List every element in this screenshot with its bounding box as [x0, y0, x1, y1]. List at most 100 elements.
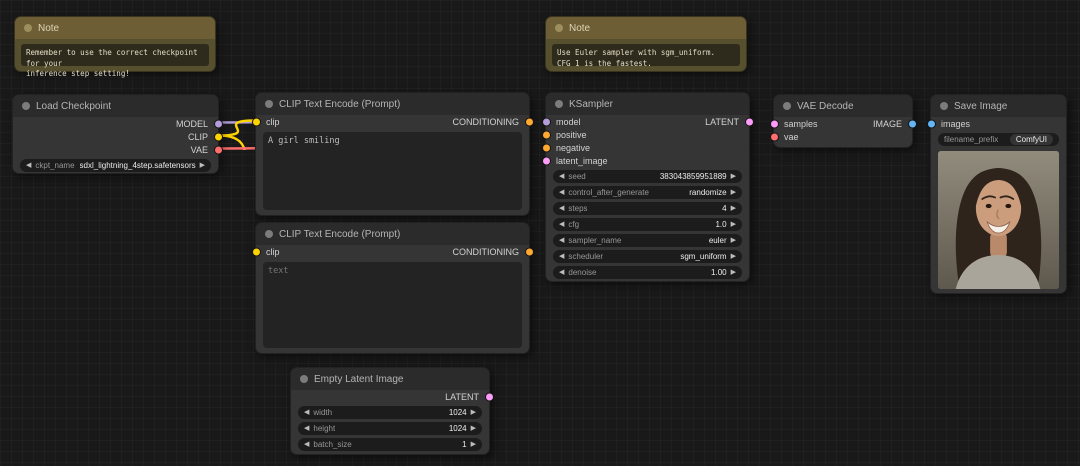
vae-output-port[interactable]: [213, 145, 223, 154]
node-header[interactable]: KSampler: [546, 93, 749, 115]
ckpt-name-widget[interactable]: ◀ ckpt_name sdxl_lightning_4step.safeten…: [20, 159, 211, 172]
prev-option-icon[interactable]: ◀: [559, 237, 564, 244]
sampler-name-widget[interactable]: ◀ sampler_name euler ▶: [553, 234, 742, 247]
model-input-port[interactable]: [541, 117, 551, 126]
decrement-icon[interactable]: ◀: [304, 409, 309, 416]
node-load-checkpoint[interactable]: Load Checkpoint MODEL CLIP VAE ◀ ckpt_na…: [12, 94, 223, 174]
latent-output-port[interactable]: [744, 117, 754, 126]
node-note-2[interactable]: Note Use Euler sampler with sgm_uniform.…: [545, 16, 747, 72]
node-status-dot: [783, 102, 791, 110]
decrement-icon[interactable]: ◀: [559, 173, 564, 180]
seed-widget[interactable]: ◀ seed 383043859951889 ▶: [553, 170, 742, 183]
decrement-icon[interactable]: ◀: [559, 205, 564, 212]
node-title: Note: [38, 22, 60, 34]
decrement-icon[interactable]: ◀: [559, 269, 564, 276]
node-header[interactable]: Note: [546, 17, 746, 39]
clip-input-port[interactable]: [251, 117, 261, 126]
increment-icon[interactable]: ▶: [731, 173, 736, 180]
prev-option-icon[interactable]: ◀: [26, 162, 31, 169]
node-status-dot: [265, 230, 273, 238]
width-widget[interactable]: ◀ width 1024 ▶: [298, 406, 482, 419]
next-option-icon[interactable]: ▶: [731, 189, 736, 196]
node-title: Load Checkpoint: [36, 100, 112, 112]
latent-output-port[interactable]: [484, 392, 494, 401]
input-label-clip: clip: [266, 246, 280, 257]
node-header[interactable]: Load Checkpoint: [13, 95, 218, 117]
increment-icon[interactable]: ▶: [471, 441, 476, 448]
node-graph-canvas[interactable]: Note Remember to use the correct checkpo…: [0, 0, 1080, 466]
increment-icon[interactable]: ▶: [471, 409, 476, 416]
node-header[interactable]: CLIP Text Encode (Prompt): [256, 223, 529, 245]
increment-icon[interactable]: ▶: [731, 269, 736, 276]
model-output-port[interactable]: [213, 119, 223, 128]
output-label-latent: LATENT: [705, 116, 739, 127]
latent-image-input-port[interactable]: [541, 156, 551, 165]
node-save-image[interactable]: Save Image images filename_prefix ComfyU…: [926, 94, 1067, 294]
node-status-dot: [265, 100, 273, 108]
node-header[interactable]: Empty Latent Image: [291, 368, 489, 390]
output-label-conditioning: CONDITIONING: [452, 116, 520, 127]
node-title: CLIP Text Encode (Prompt): [279, 98, 401, 110]
output-label-conditioning: CONDITIONING: [452, 246, 520, 257]
node-note-1[interactable]: Note Remember to use the correct checkpo…: [14, 16, 216, 78]
cfg-widget[interactable]: ◀ cfg 1.0 ▶: [553, 218, 742, 231]
node-title: KSampler: [569, 98, 613, 110]
scheduler-widget[interactable]: ◀ scheduler sgm_uniform ▶: [553, 250, 742, 263]
node-title: CLIP Text Encode (Prompt): [279, 228, 401, 240]
prompt-textarea[interactable]: text: [263, 262, 522, 348]
conditioning-output-port[interactable]: [524, 247, 534, 256]
node-status-dot: [555, 100, 563, 108]
node-header[interactable]: CLIP Text Encode (Prompt): [256, 93, 529, 115]
images-input-port[interactable]: [926, 119, 936, 128]
node-ksampler[interactable]: KSampler model LATENT positive negative …: [541, 92, 754, 282]
decrement-icon[interactable]: ◀: [304, 441, 309, 448]
clip-output-port[interactable]: [213, 132, 223, 141]
node-header[interactable]: Note: [15, 17, 215, 39]
vae-input-port[interactable]: [769, 132, 779, 141]
node-header[interactable]: Save Image: [931, 95, 1066, 117]
next-option-icon[interactable]: ▶: [200, 162, 205, 169]
height-widget[interactable]: ◀ height 1024 ▶: [298, 422, 482, 435]
node-status-dot: [940, 102, 948, 110]
node-clip-text-encode-negative[interactable]: CLIP Text Encode (Prompt) clip CONDITION…: [251, 222, 534, 354]
batch-size-widget[interactable]: ◀ batch_size 1 ▶: [298, 438, 482, 451]
input-label-latent-image: latent_image: [556, 155, 608, 166]
output-label-image: IMAGE: [872, 118, 902, 129]
next-option-icon[interactable]: ▶: [731, 253, 736, 260]
node-title: Note: [569, 22, 591, 34]
input-label-model: model: [556, 116, 581, 127]
denoise-widget[interactable]: ◀ denoise 1.00 ▶: [553, 266, 742, 279]
prev-option-icon[interactable]: ◀: [559, 189, 564, 196]
image-output-port[interactable]: [907, 119, 917, 128]
prompt-textarea[interactable]: A girl smiling: [263, 132, 522, 210]
note-text[interactable]: Remember to use the correct checkpoint f…: [21, 44, 209, 78]
node-empty-latent-image[interactable]: Empty Latent Image LATENT ◀ width 1024 ▶…: [290, 367, 494, 455]
output-label-clip: CLIP: [187, 131, 208, 142]
node-status-dot: [300, 375, 308, 383]
samples-input-port[interactable]: [769, 119, 779, 128]
node-status-dot: [24, 24, 32, 32]
prev-option-icon[interactable]: ◀: [559, 253, 564, 260]
node-header[interactable]: VAE Decode: [774, 95, 912, 117]
negative-input-port[interactable]: [541, 143, 551, 152]
next-option-icon[interactable]: ▶: [731, 237, 736, 244]
image-preview[interactable]: [938, 151, 1059, 289]
input-label-images: images: [941, 118, 971, 129]
output-label-vae: VAE: [190, 144, 208, 155]
steps-widget[interactable]: ◀ steps 4 ▶: [553, 202, 742, 215]
clip-input-port[interactable]: [251, 247, 261, 256]
node-clip-text-encode-positive[interactable]: CLIP Text Encode (Prompt) clip CONDITION…: [251, 92, 534, 216]
conditioning-output-port[interactable]: [524, 117, 534, 126]
note-text[interactable]: Use Euler sampler with sgm_uniform. CFG …: [552, 44, 740, 68]
node-title: Save Image: [954, 100, 1008, 112]
input-label-positive: positive: [556, 129, 587, 140]
increment-icon[interactable]: ▶: [731, 205, 736, 212]
node-vae-decode[interactable]: VAE Decode samples IMAGE vae: [769, 94, 917, 148]
decrement-icon[interactable]: ◀: [304, 425, 309, 432]
control-after-generate-widget[interactable]: ◀ control_after_generate randomize ▶: [553, 186, 742, 199]
increment-icon[interactable]: ▶: [731, 221, 736, 228]
increment-icon[interactable]: ▶: [471, 425, 476, 432]
decrement-icon[interactable]: ◀: [559, 221, 564, 228]
filename-prefix-widget[interactable]: filename_prefix ComfyUI: [938, 133, 1059, 146]
positive-input-port[interactable]: [541, 130, 551, 139]
